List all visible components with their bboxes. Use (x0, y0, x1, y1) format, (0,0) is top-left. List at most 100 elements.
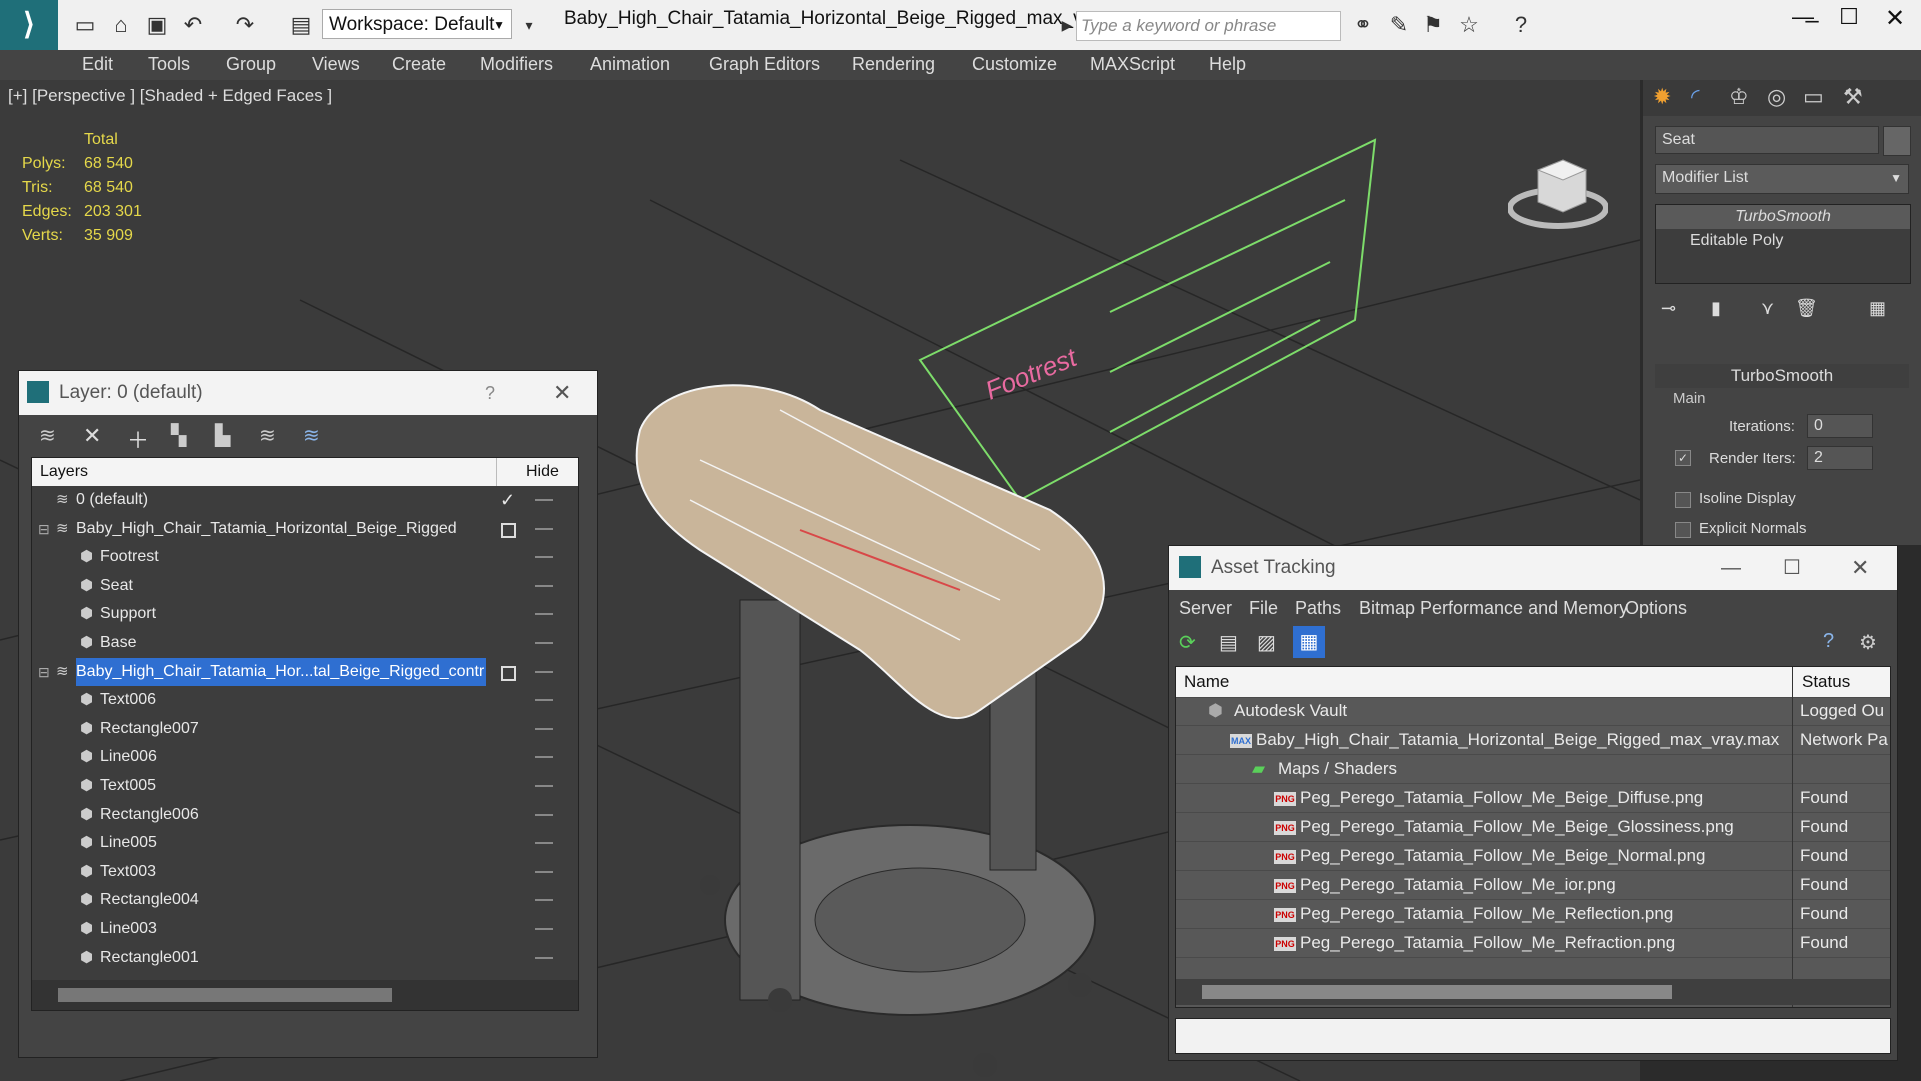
layer-row[interactable]: ⊟ ≋ Baby_High_Chair_Tatamia_Hor...tal_Beig… (32, 657, 578, 686)
undo-icon[interactable]: ↶ (180, 12, 206, 38)
delete-layer-icon[interactable]: ✕ (83, 423, 101, 449)
layer-row[interactable]: ⊟ ≋ Baby_High_Chair_Tatamia_Horizontal_Bei… (32, 515, 578, 543)
close-icon[interactable]: ✕ (1851, 546, 1869, 590)
layer-row[interactable]: ⬢ Seat (32, 572, 578, 600)
open-file-icon[interactable]: ⌂ (108, 12, 134, 38)
layer-row[interactable]: ⬢ Text006 (32, 686, 578, 714)
close-icon[interactable]: ✕ (553, 371, 571, 415)
asset-row[interactable]: PNG Peg_Perego_Tatamia_Follow_Me_Reflecti… (1176, 900, 1890, 929)
render-iters-spinner[interactable]: 2 (1807, 446, 1873, 470)
menu-maxscript[interactable]: MAXScript (1090, 54, 1175, 75)
layer-row[interactable]: ⬢ Support (32, 600, 578, 628)
select-objects-icon[interactable]: ▚ (171, 423, 186, 448)
set-active-box-icon[interactable] (501, 522, 516, 538)
asset-row[interactable]: PNG Peg_Perego_Tatamia_Follow_Me_Refracti… (1176, 929, 1890, 958)
table-view-icon[interactable]: ▦ (1293, 626, 1325, 658)
hide-toggle[interactable] (535, 556, 553, 559)
menu-rendering[interactable]: Rendering (852, 54, 935, 75)
modifier-list-dropdown[interactable]: Modifier List ▼ (1655, 164, 1909, 194)
asset-menu-paths[interactable]: Paths (1295, 598, 1341, 619)
help-icon[interactable]: ? (1508, 12, 1534, 38)
freeze-all-icon[interactable]: ≋ (303, 423, 320, 448)
star-icon[interactable]: ☆ (1456, 12, 1482, 38)
menu-modifiers[interactable]: Modifiers (480, 54, 553, 75)
layer-row[interactable]: ⬢ Rectangle006 (32, 801, 578, 829)
layer-row[interactable]: ⬢ Text005 (32, 772, 578, 800)
menu-animation[interactable]: Animation (590, 54, 670, 75)
asset-menu-bitmap[interactable]: Bitmap Performance and Memory (1359, 598, 1628, 619)
asset-menu-server[interactable]: Server (1179, 598, 1232, 619)
menu-views[interactable]: Views (312, 54, 360, 75)
options-help-icon[interactable]: ⚙ (1859, 630, 1877, 655)
hide-toggle[interactable] (535, 785, 553, 787)
hierarchy-tab-icon[interactable]: ♔ (1729, 84, 1749, 110)
signin-icon[interactable]: ⚑ (1420, 12, 1446, 38)
configure-sets-icon[interactable]: ▦ (1869, 298, 1886, 319)
asset-row[interactable]: PNG Peg_Perego_Tatamia_Follow_Me_ior.png F… (1176, 871, 1890, 900)
binoculars-icon[interactable]: ⚭ (1350, 12, 1376, 38)
layer-row[interactable]: ⬢ Rectangle004 (32, 886, 578, 914)
menu-graph-editors[interactable]: Graph Editors (709, 54, 820, 75)
make-unique-icon[interactable]: ⋎ (1761, 298, 1774, 319)
col-layers[interactable]: Layers (40, 458, 88, 486)
layer-row[interactable]: ⬢ Line003 (32, 915, 578, 943)
stack-item-editable-poly[interactable]: Editable Poly (1656, 229, 1910, 253)
asset-row[interactable]: PNG Peg_Perego_Tatamia_Follow_Me_Beige_Di… (1176, 784, 1890, 813)
help-icon[interactable]: ? (485, 371, 495, 415)
layer-hscrollbar[interactable] (32, 980, 578, 1010)
hide-toggle[interactable] (535, 842, 553, 845)
asset-row[interactable]: PNG Peg_Perego_Tatamia_Follow_Me_Beige_No… (1176, 842, 1890, 871)
collapse-toggle-icon[interactable]: ⊟ (38, 515, 50, 543)
app-logo-icon[interactable]: ⟩ (0, 0, 58, 50)
rollout-turbosmooth[interactable]: TurboSmooth (1655, 364, 1909, 388)
asset-menu-file[interactable]: File (1249, 598, 1278, 619)
show-end-result-icon[interactable]: ▮ (1711, 298, 1721, 319)
menu-help[interactable]: Help (1209, 54, 1246, 75)
asset-path-field[interactable] (1175, 1018, 1891, 1054)
menu-create[interactable]: Create (392, 54, 446, 75)
modify-tab-icon[interactable]: ◜ (1691, 84, 1700, 110)
new-file-icon[interactable]: ▭ (72, 12, 98, 38)
stack-item-turbosmooth[interactable]: TurboSmooth (1656, 205, 1910, 229)
hide-toggle[interactable] (535, 642, 553, 644)
active-layer-check-icon[interactable]: ✓ (500, 486, 515, 514)
col-hide[interactable]: Hide (526, 458, 559, 486)
asset-row[interactable]: ▰ Maps / Shaders (1176, 755, 1890, 784)
object-color-swatch[interactable] (1883, 126, 1911, 156)
asset-hscrollbar[interactable] (1176, 979, 1890, 1005)
hide-all-icon[interactable]: ≋ (259, 423, 276, 448)
hide-toggle[interactable] (535, 899, 553, 902)
scrollbar-thumb[interactable] (58, 988, 392, 1002)
asset-row[interactable]: MAX Baby_High_Chair_Tatamia_Horizontal_Be… (1176, 726, 1890, 755)
minimize-icon[interactable]: — (1721, 546, 1741, 590)
save-icon[interactable]: ▣ (144, 12, 170, 38)
hide-toggle[interactable] (535, 956, 553, 959)
redo-icon[interactable]: ↷ (232, 12, 258, 38)
project-icon[interactable]: ▤ (288, 12, 314, 38)
create-layer-icon[interactable]: ≋ (39, 423, 56, 448)
scrollbar-thumb[interactable] (1202, 985, 1672, 999)
pin-stack-icon[interactable]: ⊸ (1661, 298, 1676, 319)
layer-row[interactable]: ⬢ Line005 (32, 829, 578, 857)
hide-toggle[interactable] (535, 870, 553, 873)
menu-tools[interactable]: Tools (148, 54, 190, 75)
layer-row[interactable]: ⬢ Base (32, 629, 578, 657)
hide-toggle[interactable] (535, 928, 553, 930)
asset-row[interactable]: ⬢ Autodesk Vault Logged Ou (1176, 697, 1890, 726)
hide-toggle[interactable] (535, 584, 553, 587)
iterations-spinner[interactable]: 0 (1807, 414, 1873, 438)
maximize-icon[interactable]: ☐ (1826, 4, 1872, 30)
remove-modifier-icon[interactable]: 🗑 (1795, 298, 1818, 319)
isoline-checkbox[interactable] (1675, 492, 1691, 508)
list-view-icon[interactable]: ▤ (1219, 630, 1238, 655)
motion-tab-icon[interactable]: ◎ (1767, 84, 1786, 110)
set-active-box-icon[interactable] (501, 665, 516, 681)
help-icon[interactable]: ? (1823, 630, 1834, 653)
layer-row[interactable]: ⬢ Line006 (32, 743, 578, 771)
workspace-menu-icon[interactable]: ▾ (516, 12, 542, 38)
asset-row[interactable]: PNG Peg_Perego_Tatamia_Follow_Me_Beige_Gl… (1176, 813, 1890, 842)
layer-row[interactable]: ⬢ Text003 (32, 858, 578, 886)
col-name[interactable]: Name (1184, 667, 1229, 697)
display-tab-icon[interactable]: ▭ (1803, 84, 1824, 110)
search-input[interactable]: Type a keyword or phrase (1076, 11, 1341, 41)
